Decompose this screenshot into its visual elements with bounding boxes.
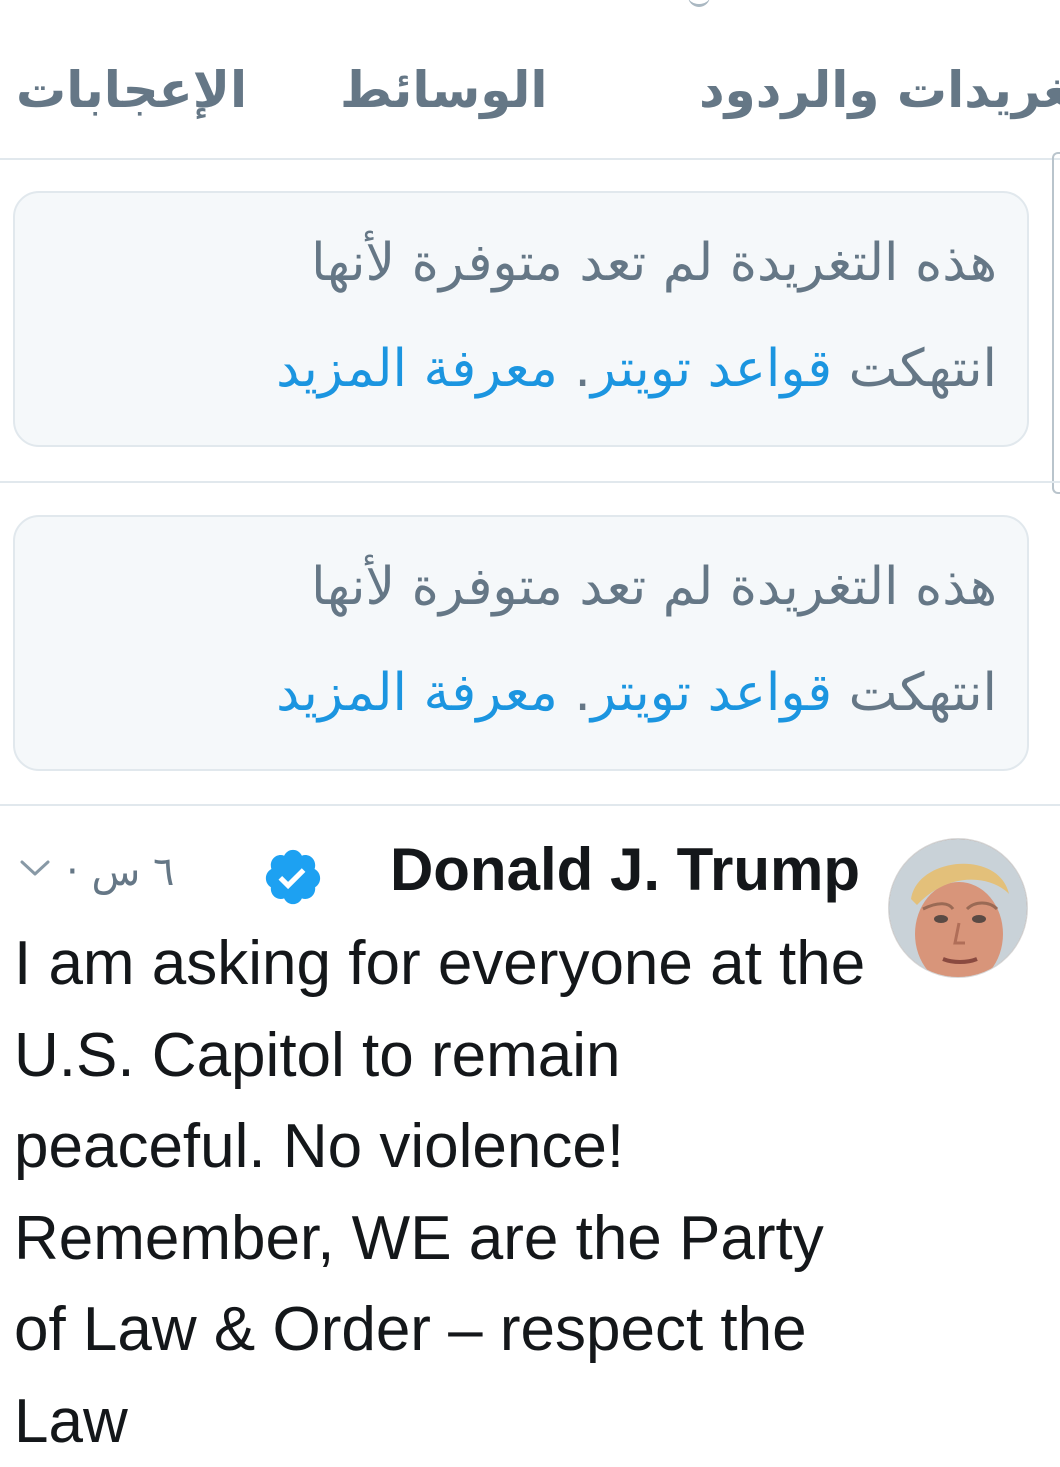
twitter-rules-link[interactable]: قواعد تويتر xyxy=(591,339,832,399)
notice-text-line-2: انتهكت قواعد تويتر. معرفة المزيد xyxy=(276,653,997,733)
chevron-down-icon[interactable] xyxy=(18,854,52,880)
learn-more-link[interactable]: معرفة المزيد xyxy=(276,663,574,723)
tweet-timestamp[interactable]: ٦ س · xyxy=(66,842,174,902)
meta-separator: · xyxy=(66,849,79,895)
timestamp-text: ٦ س xyxy=(91,849,175,895)
avatar[interactable] xyxy=(888,838,1028,978)
tab-tweets-and-replies[interactable]: تغريدات والردود xyxy=(699,48,1060,132)
withheld-tweet-notice: هذه التغريدة لم تعد متوفرة لأنها انتهكت … xyxy=(13,515,1029,771)
notice-text: هذه التغريدة لم تعد متوفرة لأنها xyxy=(311,233,997,293)
notice-text: هذه التغريدة لم تعد متوفرة لأنها xyxy=(311,557,997,617)
twitter-rules-link[interactable]: قواعد تويتر xyxy=(591,663,832,723)
scrollbar-thumb[interactable] xyxy=(1052,152,1060,494)
divider xyxy=(0,804,1060,806)
profile-tabs: تغريدات والردود الوسائط الإعجابات xyxy=(0,0,1060,160)
tweet-text: I am asking for everyone at the U.S. Cap… xyxy=(14,929,866,1456)
notice-prefix: انتهكت xyxy=(832,663,997,723)
avatar-portrait xyxy=(889,839,1027,977)
withheld-tweet-notice: هذه التغريدة لم تعد متوفرة لأنها انتهكت … xyxy=(13,191,1029,447)
tab-media[interactable]: الوسائط xyxy=(340,48,548,132)
notice-text-line-2: انتهكت قواعد تويتر. معرفة المزيد xyxy=(276,329,997,409)
display-name[interactable]: Donald J. Trump xyxy=(390,832,860,908)
notice-period: . xyxy=(574,663,591,723)
divider xyxy=(0,481,1060,483)
partial-glyph xyxy=(688,0,710,7)
learn-more-link[interactable]: معرفة المزيد xyxy=(276,339,574,399)
tab-likes[interactable]: الإعجابات xyxy=(16,48,247,132)
notice-period: . xyxy=(574,339,591,399)
notice-prefix: انتهكت xyxy=(832,339,997,399)
verified-badge-icon xyxy=(265,849,321,905)
